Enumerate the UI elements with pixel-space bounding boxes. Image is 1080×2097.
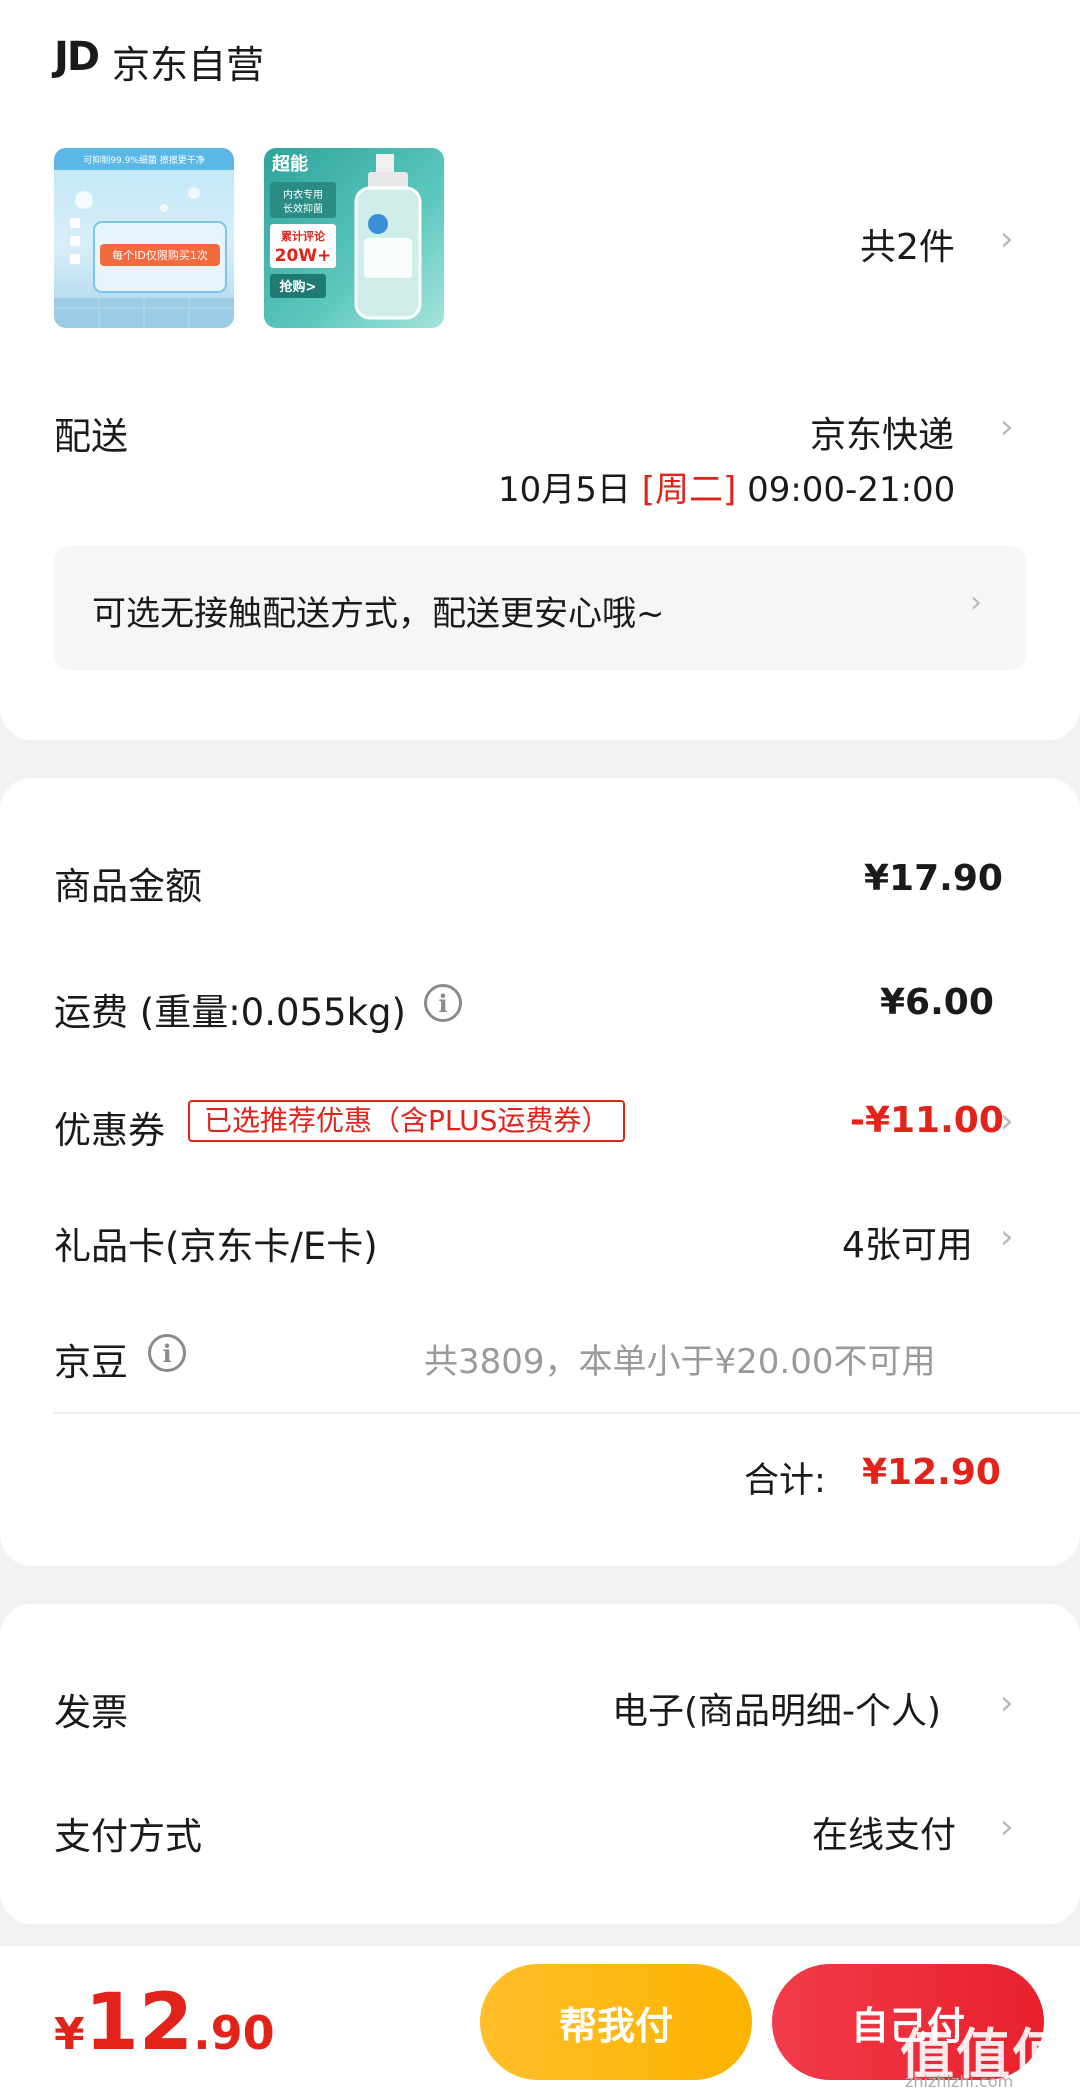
invoice-label: 发票 — [54, 1691, 128, 1734]
giftcard-value[interactable]: 4张可用 — [842, 1216, 973, 1268]
info-icon[interactable]: i — [148, 1334, 186, 1372]
svg-text:内衣专用: 内衣专用 — [283, 188, 323, 201]
detergent-product-image: 超能 内衣专用 长效抑菌 累计评论 20W+ 抢购> — [270, 153, 422, 320]
thumb2-buy: 抢购> — [280, 279, 317, 295]
order-items-card: JD 京东自营 可抑制99.9%细菌 擦擦更干净 每个ID仅限购买1次 超能 内… — [0, 0, 1080, 740]
payment-method-value[interactable]: 在线支付 — [812, 1806, 956, 1858]
coupon-label: 优惠券 — [54, 1109, 165, 1152]
delivery-carrier[interactable]: 京东快递 — [810, 406, 954, 458]
summary-divider — [54, 1412, 1080, 1414]
product-thumbnail-detergent[interactable]: 超能 内衣专用 长效抑菌 累计评论 20W+ 抢购> — [264, 148, 444, 328]
invoice-payment-card — [0, 1604, 1080, 1924]
help-pay-button[interactable]: 帮我付 — [480, 1964, 752, 2080]
price-currency: ¥ — [54, 2009, 85, 2060]
contactless-delivery-tip[interactable]: 可选无接触配送方式，配送更安心哦~ › — [54, 546, 1026, 670]
price-decimal: .90 — [193, 2006, 275, 2060]
chevron-right-icon[interactable]: › — [1000, 1104, 1014, 1138]
price-integer: 12 — [84, 1978, 194, 2068]
svg-text:长效抑菌: 长效抑菌 — [283, 202, 323, 215]
goods-amount-value: ¥17.90 — [864, 858, 1003, 899]
jd-logo: JD — [54, 34, 100, 80]
thumb2-brand: 超能 — [272, 153, 308, 175]
chevron-right-icon[interactable]: › — [1000, 1810, 1014, 1844]
delivery-time[interactable]: 10月5日 [周二] 09:00-21:00 — [498, 462, 955, 511]
watermark-url: zhizhizhi.com — [905, 2072, 1014, 2091]
chevron-right-icon[interactable]: › — [1000, 410, 1014, 444]
delivery-label: 配送 — [54, 415, 128, 458]
invoice-value[interactable]: 电子(商品明细-个人) — [612, 1682, 941, 1734]
shipping-value: ¥6.00 — [880, 982, 994, 1023]
thumb2-review-label: 累计评论 — [281, 229, 326, 243]
payment-method-label: 支付方式 — [54, 1815, 202, 1858]
chevron-right-icon[interactable]: › — [1000, 222, 1014, 256]
chevron-right-icon[interactable]: › — [1000, 1686, 1014, 1720]
coupon-badge: 已选推荐优惠（含PLUS运费券） — [188, 1100, 626, 1142]
chevron-right-icon[interactable]: › — [970, 588, 982, 618]
delivery-weekday: [周二] — [641, 470, 737, 510]
final-price: ¥12.90 — [54, 1978, 275, 2068]
total-label: 合计: — [744, 1461, 826, 1501]
coupon-value[interactable]: -¥11.00 — [850, 1100, 1004, 1141]
delivery-time-range: 09:00-21:00 — [747, 470, 956, 510]
chevron-right-icon[interactable]: › — [1000, 1220, 1014, 1254]
wipes-product-image: 可抑制99.9%细菌 擦擦更干净 每个ID仅限购买1次 — [54, 148, 234, 328]
delivery-date: 10月5日 — [498, 470, 631, 510]
store-name: 京东自营 — [112, 43, 265, 87]
item-count[interactable]: 共2件 — [860, 218, 955, 270]
shipping-label: 运费 (重量:0.055kg) — [54, 991, 406, 1034]
jd-beans-value: 共3809，本单小于¥20.00不可用 — [424, 1342, 936, 1382]
giftcard-label: 礼品卡(京东卡/E卡) — [54, 1225, 378, 1268]
goods-amount-label: 商品金额 — [54, 865, 202, 908]
contactless-tip-text: 可选无接触配送方式，配送更安心哦~ — [92, 594, 665, 634]
info-icon[interactable]: i — [424, 984, 462, 1022]
thumb1-top-text: 可抑制99.9%细菌 擦擦更干净 — [83, 154, 204, 166]
total-value: ¥12.90 — [862, 1452, 1001, 1493]
jd-beans-label: 京豆 — [54, 1341, 128, 1384]
product-thumbnail-wipes[interactable]: 可抑制99.9%细菌 擦擦更干净 每个ID仅限购买1次 — [54, 148, 234, 328]
thumb2-review-count: 20W+ — [275, 246, 332, 266]
thumb1-banner: 每个ID仅限购买1次 — [112, 248, 208, 262]
